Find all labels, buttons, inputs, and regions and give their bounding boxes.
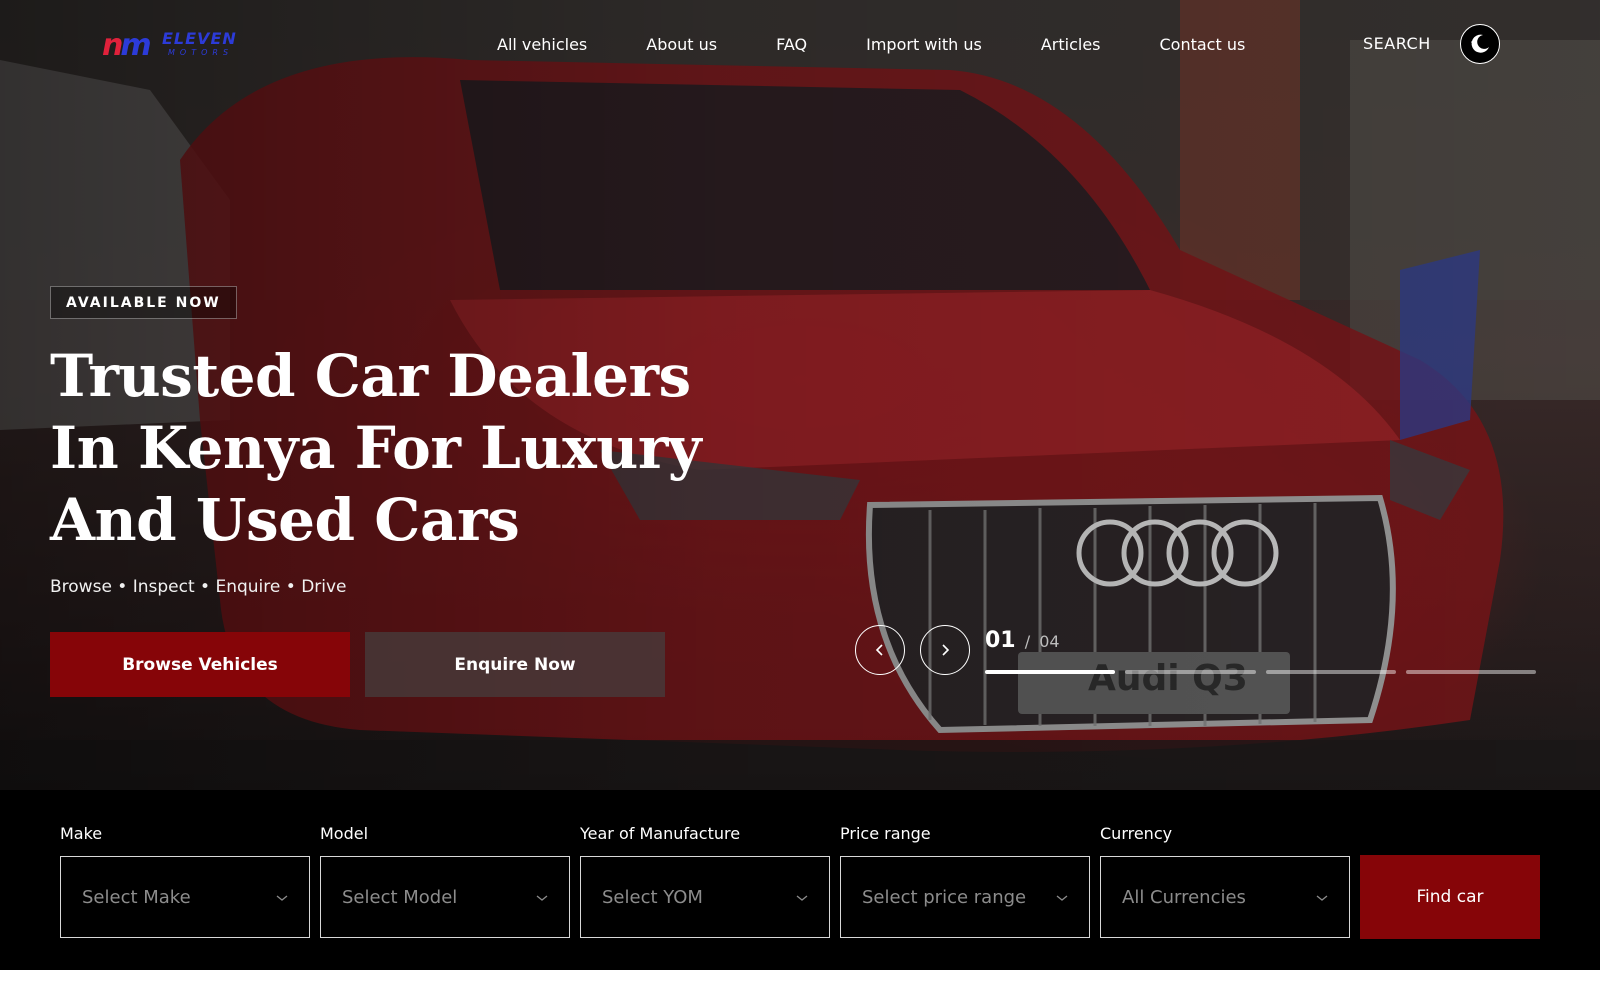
- year-select[interactable]: Select YOM: [580, 856, 830, 938]
- logo-wordmark: ELEVEN: [162, 29, 237, 48]
- nav-link-faq[interactable]: FAQ: [776, 35, 807, 54]
- chevron-down-icon: [1056, 895, 1068, 901]
- slide-total-number: 04: [1039, 632, 1060, 651]
- nav-search-link[interactable]: SEARCH: [1363, 34, 1431, 53]
- chevron-down-icon: [1316, 895, 1328, 901]
- logo-tagline: MOTORS: [168, 48, 234, 57]
- currency-label: Currency: [1100, 824, 1173, 843]
- logo-mark: nm: [102, 28, 152, 63]
- chevron-right-icon: [942, 644, 950, 656]
- make-label: Make: [60, 824, 103, 843]
- top-navigation: nm ELEVEN MOTORS All vehicles About us F…: [0, 20, 1600, 68]
- currency-select[interactable]: All Currencies: [1100, 856, 1350, 938]
- slide-indicator-4[interactable]: [1405, 670, 1536, 674]
- currency-placeholder: All Currencies: [1122, 887, 1246, 908]
- slide-prev-button[interactable]: [855, 625, 905, 675]
- theme-toggle-button[interactable]: [1460, 24, 1500, 64]
- year-label: Year of Manufacture: [580, 824, 741, 843]
- slide-progress: [985, 670, 1546, 675]
- chevron-down-icon: [536, 895, 548, 901]
- vehicle-search-panel: Make Select Make Model Select Model Year…: [0, 790, 1600, 970]
- model-select[interactable]: Select Model: [320, 856, 570, 938]
- model-placeholder: Select Model: [342, 887, 458, 908]
- slide-counter: 01 / 04: [985, 628, 1060, 653]
- make-placeholder: Select Make: [82, 887, 191, 908]
- license-plate-text: Audi Q3: [1088, 658, 1248, 699]
- make-select[interactable]: Select Make: [60, 856, 310, 938]
- year-placeholder: Select YOM: [602, 887, 703, 908]
- nav-link-articles[interactable]: Articles: [1041, 35, 1101, 54]
- chevron-left-icon: [875, 644, 883, 656]
- nav-link-contact-us[interactable]: Contact us: [1160, 35, 1246, 54]
- find-car-button[interactable]: Find car: [1360, 855, 1540, 939]
- hero-subtitle: Browse • Inspect • Enquire • Drive: [50, 577, 347, 597]
- nav-link-about-us[interactable]: About us: [646, 35, 717, 54]
- availability-badge: AVAILABLE NOW: [50, 286, 237, 319]
- slide-next-button[interactable]: [920, 625, 970, 675]
- model-label: Model: [320, 824, 369, 843]
- browse-vehicles-button[interactable]: Browse Vehicles: [50, 632, 350, 697]
- slide-separator: /: [1024, 632, 1031, 651]
- price-select[interactable]: Select price range: [840, 856, 1090, 938]
- price-label: Price range: [840, 824, 931, 843]
- nav-links: All vehicles About us FAQ Import with us…: [497, 20, 1304, 68]
- enquire-now-button[interactable]: Enquire Now: [365, 632, 665, 697]
- chevron-down-icon: [276, 895, 288, 901]
- slide-current-number: 01: [985, 628, 1016, 653]
- slide-indicator-2[interactable]: [1125, 670, 1256, 674]
- brand-logo[interactable]: nm ELEVEN MOTORS: [102, 28, 242, 64]
- slide-indicator-3[interactable]: [1265, 670, 1396, 674]
- slide-indicator-1[interactable]: [985, 670, 1116, 674]
- chevron-down-icon: [796, 895, 808, 901]
- moon-icon: [1471, 34, 1489, 53]
- price-placeholder: Select price range: [862, 887, 1027, 908]
- nav-link-all-vehicles[interactable]: All vehicles: [497, 35, 587, 54]
- nav-link-import-with-us[interactable]: Import with us: [866, 35, 982, 54]
- hero-title: Trusted Car Dealers In Kenya For Luxury …: [50, 342, 702, 554]
